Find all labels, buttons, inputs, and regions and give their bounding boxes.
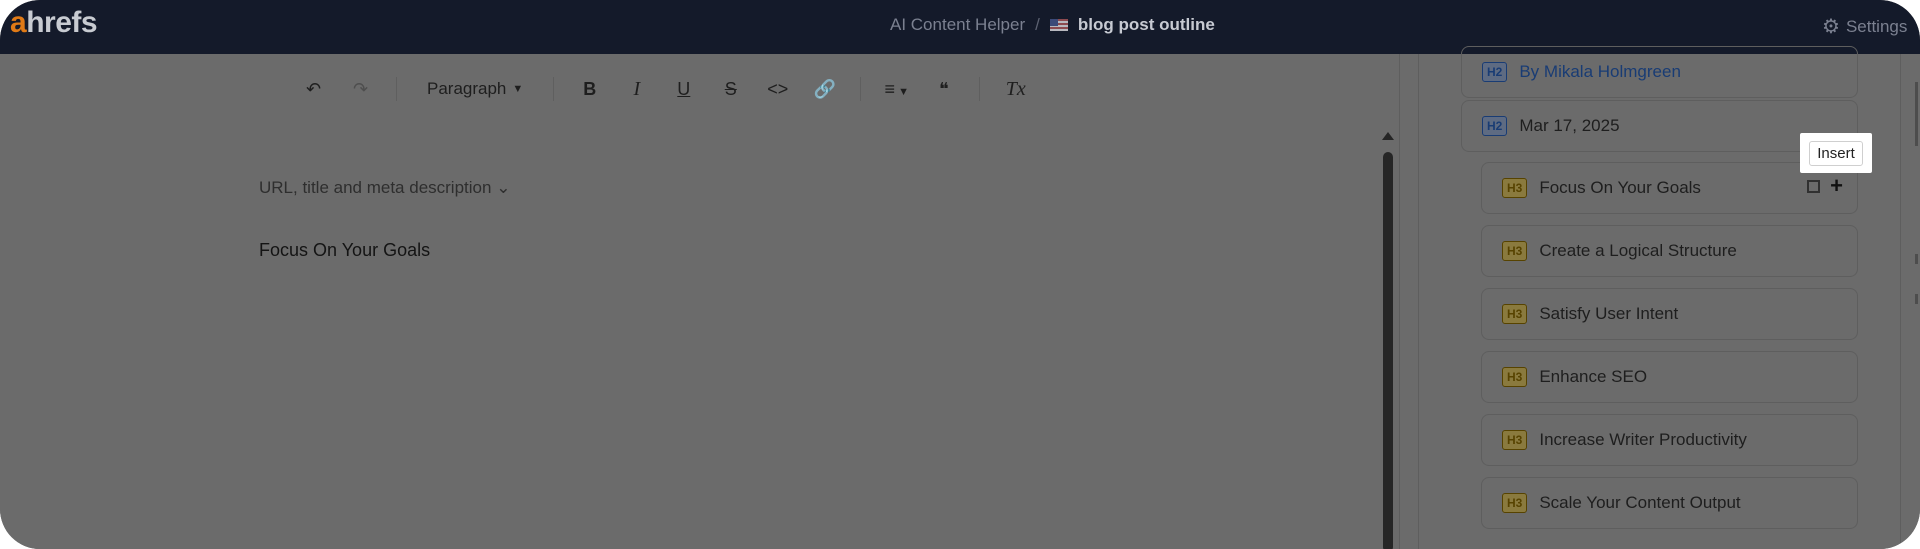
editor-scrollbar[interactable] bbox=[1383, 152, 1393, 549]
settings-label: Settings bbox=[1845, 16, 1908, 36]
editor-content[interactable]: Focus On Your Goals bbox=[259, 240, 430, 261]
outline-item-h2[interactable]: H2 Mar 17, 2025 bbox=[1461, 100, 1858, 152]
gear-icon: ⚙ bbox=[1822, 16, 1840, 38]
document-title[interactable]: blog post outline bbox=[1078, 15, 1215, 35]
strikethrough-button[interactable]: S bbox=[707, 79, 754, 100]
right-rail bbox=[1900, 54, 1920, 549]
heading-level-badge: H3 bbox=[1502, 304, 1528, 324]
heading-level-badge: H3 bbox=[1502, 178, 1528, 198]
ahrefs-logo[interactable]: ahrefs bbox=[10, 6, 98, 40]
meta-toggle-label: URL, title and meta description bbox=[259, 178, 492, 197]
underline-button[interactable]: U bbox=[660, 79, 707, 100]
outline-item-h3[interactable]: H3 Scale Your Content Output bbox=[1481, 477, 1858, 529]
scroll-up-arrow[interactable] bbox=[1382, 132, 1394, 140]
toolbar-divider bbox=[553, 77, 555, 101]
paragraph-dropdown[interactable]: Paragraph ▼ bbox=[409, 79, 541, 99]
paragraph-label: Paragraph bbox=[427, 79, 507, 98]
outline-item-h3[interactable]: H3 Increase Writer Productivity bbox=[1481, 414, 1858, 466]
copy-icon[interactable] bbox=[1807, 179, 1821, 193]
breadcrumb: AI Content Helper / blog post outline bbox=[890, 14, 1215, 36]
meta-description-toggle[interactable]: URL, title and meta description ⌄ bbox=[259, 178, 510, 198]
toolbar-divider bbox=[396, 77, 397, 101]
align-icon: ≡ bbox=[884, 78, 896, 99]
toolbar-divider bbox=[979, 77, 981, 101]
caret-down-icon: ▼ bbox=[895, 85, 910, 98]
link-button[interactable]: 🔗 bbox=[801, 79, 848, 100]
outline-item-text: By Mikala Holmgreen bbox=[1519, 62, 1681, 81]
outline-item-h2[interactable]: H2 By Mikala Holmgreen bbox=[1461, 46, 1858, 98]
outline-item-h3[interactable]: H3 Satisfy User Intent bbox=[1481, 288, 1858, 340]
italic-button[interactable]: I bbox=[613, 78, 660, 101]
app-window: ahrefs AI Content Helper / blog post out… bbox=[0, 0, 1920, 549]
bold-button[interactable]: B bbox=[566, 79, 613, 100]
rail-marker bbox=[1915, 294, 1918, 304]
clear-format-button[interactable]: Tx bbox=[992, 78, 1039, 101]
outline-item-text: Mar 17, 2025 bbox=[1519, 116, 1620, 135]
insert-tooltip-label: Insert bbox=[1809, 140, 1863, 166]
outline-item-text: Increase Writer Productivity bbox=[1539, 430, 1747, 449]
heading-level-badge: H3 bbox=[1502, 241, 1528, 261]
editor-toolbar: ↶ ↷ Paragraph ▼ B I U S <> 🔗 ≡ ▼ ❝ Tx bbox=[290, 76, 1039, 102]
chevron-down-icon: ⌄ bbox=[496, 178, 511, 197]
breadcrumb-parent[interactable]: AI Content Helper bbox=[890, 15, 1025, 35]
heading-level-badge: H2 bbox=[1482, 62, 1508, 82]
quote-button[interactable]: ❝ bbox=[920, 79, 967, 100]
align-button[interactable]: ≡ ▼ bbox=[873, 79, 920, 100]
panel-divider bbox=[1399, 54, 1400, 549]
rail-marker bbox=[1915, 254, 1918, 264]
heading-level-badge: H3 bbox=[1502, 493, 1528, 513]
settings-button[interactable]: ⚙ Settings bbox=[1822, 14, 1907, 39]
outline-item-h3[interactable]: H3 Enhance SEO bbox=[1481, 351, 1858, 403]
toolbar-divider bbox=[860, 77, 862, 101]
undo-icon[interactable]: ↶ bbox=[290, 79, 337, 100]
redo-icon[interactable]: ↷ bbox=[337, 79, 384, 100]
heading-level-badge: H2 bbox=[1482, 116, 1508, 136]
outline-item-text: Enhance SEO bbox=[1539, 367, 1648, 386]
outline-item-h3[interactable]: H3 Create a Logical Structure bbox=[1481, 225, 1858, 277]
outline-item-text: Satisfy User Intent bbox=[1539, 304, 1679, 323]
insert-tooltip: Insert bbox=[1800, 133, 1872, 173]
heading-level-badge: H3 bbox=[1502, 430, 1528, 450]
heading-level-badge: H3 bbox=[1502, 367, 1528, 387]
breadcrumb-separator: / bbox=[1035, 15, 1040, 34]
outline-item-text: Create a Logical Structure bbox=[1539, 241, 1737, 260]
flag-icon bbox=[1049, 19, 1068, 31]
editor-area: ↶ ↷ Paragraph ▼ B I U S <> 🔗 ≡ ▼ ❝ Tx UR… bbox=[0, 54, 1400, 549]
rail-scrollbar[interactable] bbox=[1915, 82, 1918, 146]
plus-icon[interactable]: + bbox=[1830, 175, 1843, 197]
outline-item-text: Scale Your Content Output bbox=[1539, 493, 1741, 512]
caret-down-icon: ▼ bbox=[512, 83, 524, 95]
outline-item-text: Focus On Your Goals bbox=[1539, 178, 1701, 197]
item-actions: + bbox=[1807, 175, 1843, 197]
code-button[interactable]: <> bbox=[754, 79, 801, 100]
